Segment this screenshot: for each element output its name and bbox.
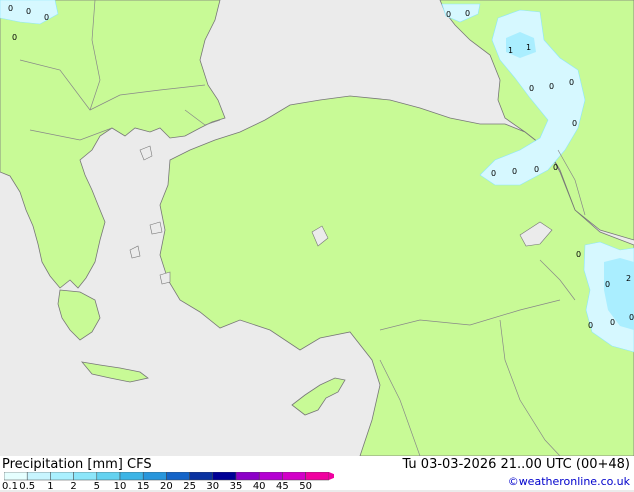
value-marker: 0 [12, 33, 17, 42]
legend-swatch [142, 472, 167, 481]
legend-swatch [50, 472, 74, 481]
legend-swatch [235, 472, 260, 481]
value-marker: 0 [465, 9, 470, 18]
credit-link[interactable]: ©weatheronline.co.uk [508, 475, 630, 488]
value-marker: 0 [549, 82, 554, 91]
legend-tick-label: 5 [93, 481, 100, 492]
forecast-datetime: Tu 03-03-2026 21..00 UTC (00+48) [402, 457, 630, 472]
legend-tick-label: 50 [299, 481, 312, 492]
legend-tick-label: 25 [183, 481, 196, 492]
value-marker: 0 [553, 163, 558, 172]
legend-tick-label: 10 [113, 481, 127, 492]
legend-swatch [166, 472, 190, 481]
value-marker: 0 [446, 10, 451, 19]
value-marker: 1 [526, 43, 531, 52]
value-marker: 0 [576, 250, 581, 259]
value-marker: 0 [569, 78, 574, 87]
product-label: Precipitation [mm] [2, 457, 123, 472]
legend-swatch [189, 472, 214, 481]
legend-tick-label: 35 [229, 481, 243, 492]
model-label: CFS [127, 457, 152, 472]
legend-tick-label: 0.1 [2, 481, 18, 492]
legend-swatch [119, 472, 144, 481]
legend-swatch [26, 472, 51, 481]
legend-tick-label: 0.5 [19, 481, 36, 492]
value-marker: 0 [26, 7, 31, 16]
legend-swatch [305, 472, 330, 481]
legend-color-bar [4, 472, 334, 481]
value-marker: 0 [529, 84, 534, 93]
value-marker: 0 [610, 318, 615, 327]
legend-tick-label: 2 [70, 481, 77, 492]
legend-arrow [328, 472, 334, 480]
legend-tick-label: 40 [252, 481, 266, 492]
legend-swatch [73, 472, 98, 481]
value-marker: 0 [8, 4, 13, 13]
precipitation-map: 0 0 0 0 1 1 0 0 0 0 0 0 0 0 0 0 2 0 0 0 … [0, 0, 634, 457]
legend-tick-label: 30 [206, 481, 220, 492]
map-title: Precipitation [mm] CFS [2, 457, 152, 472]
value-marker: 0 [572, 119, 577, 128]
value-marker: 0 [44, 13, 49, 22]
legend-tick-label: 15 [136, 481, 150, 492]
value-marker: 0 [512, 167, 517, 176]
value-marker: 0 [605, 280, 610, 289]
legend-swatch [212, 472, 237, 481]
value-marker: 0 [588, 321, 593, 330]
legend-swatch [4, 472, 28, 481]
legend-swatch [258, 472, 283, 481]
value-marker: 1 [508, 46, 513, 55]
legend-tick-label: 1 [47, 481, 54, 492]
legend-swatch [282, 472, 306, 481]
value-marker: 2 [626, 274, 631, 283]
value-marker: 0 [534, 165, 539, 174]
value-marker: 0 [629, 313, 634, 322]
legend-tick-label: 45 [276, 481, 289, 492]
legend-tick-label: 20 [160, 481, 173, 492]
value-marker: 0 [491, 169, 496, 178]
legend-swatch [96, 472, 121, 481]
